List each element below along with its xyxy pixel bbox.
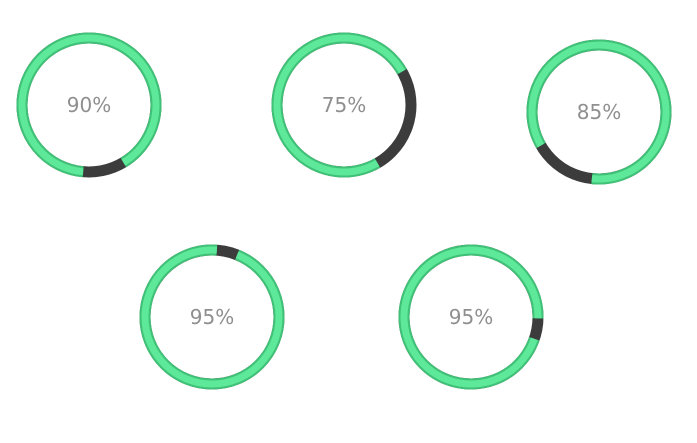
progress-ring-5: 95% <box>391 237 551 397</box>
ring-4-progress <box>141 246 283 388</box>
progress-ring-2: 75% <box>264 25 424 185</box>
progress-ring-3: 85% <box>519 32 679 192</box>
progress-ring-2-graphic <box>271 32 417 178</box>
progress-ring-3-graphic <box>526 39 672 185</box>
ring-5-progress-edge <box>398 244 544 390</box>
ring-4-progress-edge <box>139 244 285 390</box>
progress-ring-4-graphic <box>139 244 285 390</box>
ring-5-progress <box>400 246 542 388</box>
progress-ring-1: 90% <box>9 25 169 185</box>
ring-3-progress <box>528 41 670 183</box>
progress-ring-5-graphic <box>398 244 544 390</box>
progress-ring-1-graphic <box>16 32 162 178</box>
progress-ring-4: 95% <box>132 237 292 397</box>
progress-dials-canvas: 90% 75% 85% 95% 95% <box>0 0 697 443</box>
ring-1-progress-edge <box>16 32 162 178</box>
